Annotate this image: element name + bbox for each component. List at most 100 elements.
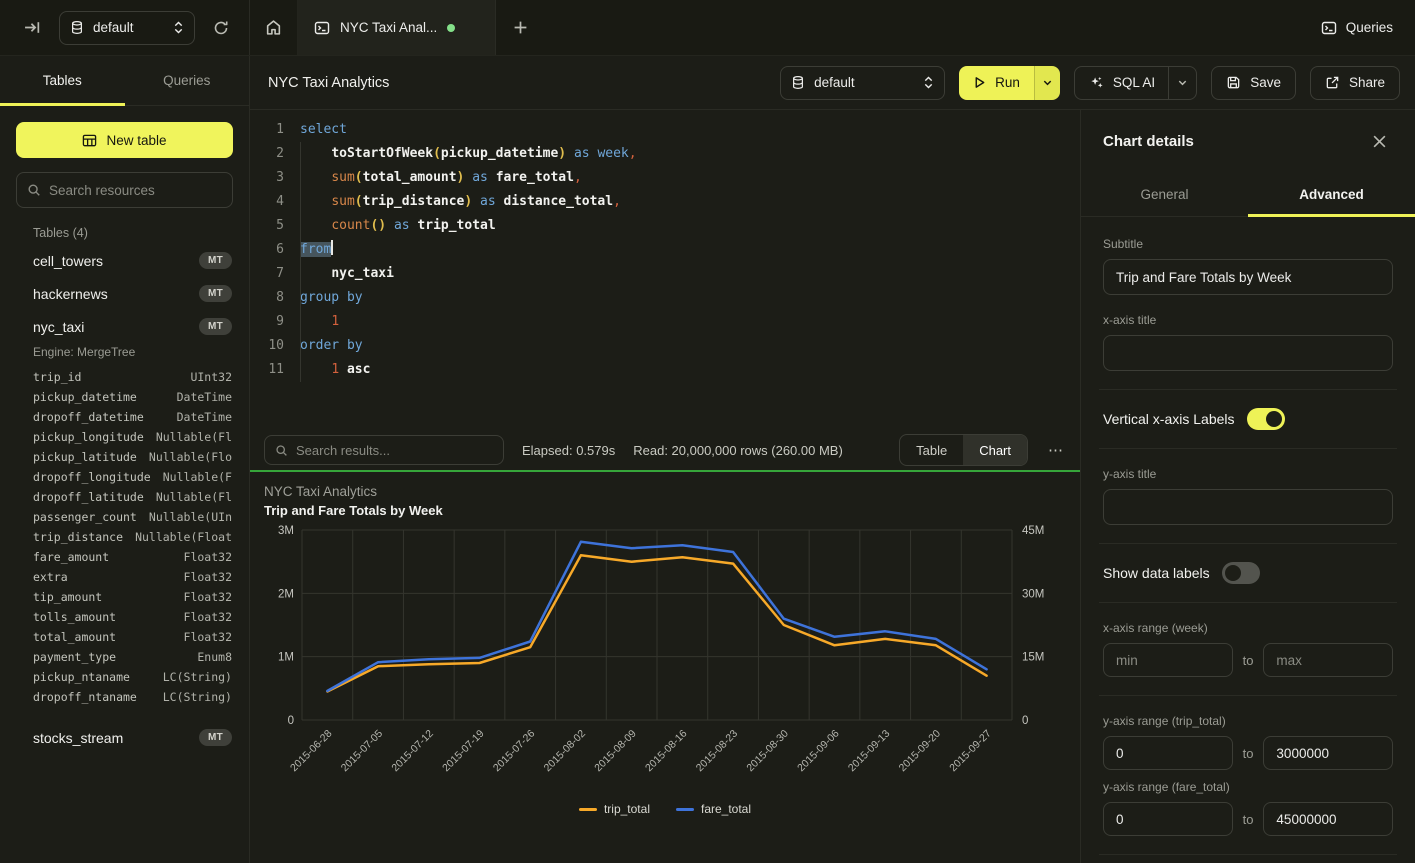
read-stat: Read: 20,000,000 rows (260.00 MB) — [633, 443, 843, 458]
svg-text:2015-09-06: 2015-09-06 — [795, 728, 842, 775]
xaxis-title-input[interactable] — [1103, 335, 1393, 371]
view-toggle-chart[interactable]: Chart — [963, 435, 1027, 465]
divider — [1099, 448, 1397, 449]
unsaved-changes-dot — [447, 24, 455, 32]
new-tab-button[interactable] — [496, 0, 544, 55]
column-name: dropoff_datetime — [33, 410, 144, 424]
database-selector[interactable]: default — [59, 11, 195, 45]
results-search[interactable] — [264, 435, 504, 465]
xaxis-range-max-input[interactable] — [1263, 643, 1393, 677]
editor-line: 6from — [262, 238, 1080, 262]
resource-search[interactable] — [16, 172, 233, 208]
sidebar-tab-tables[interactable]: Tables — [0, 56, 125, 105]
yaxis-range-trip-min-input[interactable] — [1103, 736, 1233, 770]
database-icon — [70, 20, 84, 35]
more-options-button[interactable]: ⋯ — [1046, 437, 1066, 463]
code-text: 1 — [300, 310, 339, 334]
column-row: dropoff_latitudeNullable(Fl — [33, 487, 232, 507]
close-panel-button[interactable] — [1366, 128, 1393, 155]
query-title: NYC Taxi Analytics — [268, 75, 766, 91]
sql-editor[interactable]: 1select2 toStartOfWeek(pickup_datetime) … — [250, 110, 1080, 430]
code-text: sum(trip_distance) as distance_total, — [300, 190, 621, 214]
editor-line: 2 toStartOfWeek(pickup_datetime) as week… — [262, 142, 1080, 166]
column-name: total_amount — [33, 630, 116, 644]
legend-swatch — [676, 808, 694, 811]
yaxis-range-fare-label: y-axis range (fare_total) — [1103, 780, 1393, 794]
save-icon — [1226, 75, 1241, 90]
share-icon — [1325, 75, 1340, 90]
search-icon — [275, 444, 288, 457]
engine-badge: MT — [199, 252, 232, 269]
column-name: trip_id — [33, 370, 81, 384]
line-chart: 001M15M2M30M3M45M2015-06-282015-07-05201… — [264, 518, 1066, 800]
table-item-stocks_stream[interactable]: stocks_streamMT — [33, 721, 232, 754]
column-type: Nullable(Float — [135, 530, 232, 544]
show-data-labels-toggle[interactable] — [1222, 562, 1260, 584]
chevrons-up-down-icon — [173, 21, 184, 34]
svg-text:2015-08-23: 2015-08-23 — [694, 728, 741, 775]
yaxis-range-fare-max-input[interactable] — [1263, 802, 1393, 836]
home-button[interactable] — [250, 0, 298, 55]
tab-advanced[interactable]: Advanced — [1248, 172, 1415, 216]
engine-badge: MT — [199, 285, 232, 302]
subtitle-input[interactable] — [1103, 259, 1393, 295]
sql-ai-button[interactable]: SQL AI — [1074, 66, 1197, 100]
queries-button[interactable]: Queries — [1321, 20, 1393, 36]
run-database-selector[interactable]: default — [780, 66, 945, 100]
legend-item-fare_total[interactable]: fare_total — [676, 802, 751, 816]
query-tab[interactable]: NYC Taxi Anal... — [298, 0, 496, 55]
run-database-selector-value: default — [814, 75, 914, 90]
table-item-nyc_taxi[interactable]: nyc_taxiMT — [33, 310, 232, 343]
main-column: 1select2 toStartOfWeek(pickup_datetime) … — [250, 110, 1080, 863]
view-toggle-table[interactable]: Table — [900, 435, 963, 465]
column-name: tip_amount — [33, 590, 102, 604]
svg-text:45M: 45M — [1022, 525, 1044, 537]
column-name: pickup_ntaname — [33, 670, 130, 684]
run-button-label: Run — [995, 75, 1020, 90]
vertical-xaxis-labels-toggle[interactable] — [1247, 408, 1285, 430]
editor-line: 7 nyc_taxi — [262, 262, 1080, 286]
tab-general[interactable]: General — [1081, 172, 1248, 216]
svg-text:30M: 30M — [1022, 588, 1044, 600]
line-number: 1 — [262, 118, 284, 142]
svg-text:0: 0 — [1022, 715, 1028, 727]
vertical-xaxis-labels-row: Vertical x-axis Labels — [1103, 408, 1393, 430]
chart-details-body: Subtitle x-axis title Vertical x-axis La… — [1081, 217, 1415, 863]
chart-details-title: Chart details — [1103, 133, 1194, 150]
column-name: dropoff_ntaname — [33, 690, 137, 704]
column-row: dropoff_ntanameLC(String) — [33, 687, 232, 707]
svg-text:2015-06-28: 2015-06-28 — [288, 728, 335, 775]
yaxis-range-fare-min-input[interactable] — [1103, 802, 1233, 836]
legend-item-trip_total[interactable]: trip_total — [579, 802, 650, 816]
resource-search-input[interactable] — [49, 183, 222, 198]
table-item-cell_towers[interactable]: cell_towersMT — [33, 244, 232, 277]
collapse-sidebar-button[interactable] — [18, 13, 47, 42]
xaxis-range-row: to — [1103, 643, 1393, 677]
column-type: Float32 — [184, 630, 232, 644]
column-type: Enum8 — [197, 650, 232, 664]
new-table-button[interactable]: New table — [16, 122, 233, 158]
divider — [1099, 389, 1397, 390]
table-name: nyc_taxi — [33, 319, 84, 335]
column-name: trip_distance — [33, 530, 123, 544]
run-options-button[interactable] — [1034, 66, 1060, 100]
refresh-button[interactable] — [207, 14, 235, 42]
xaxis-range-min-input[interactable] — [1103, 643, 1233, 677]
yaxis-range-trip-max-input[interactable] — [1263, 736, 1393, 770]
plus-icon — [513, 20, 528, 35]
sql-ai-options-button[interactable] — [1168, 67, 1196, 99]
sql-ai-label: SQL AI — [1113, 75, 1155, 90]
save-button[interactable]: Save — [1211, 66, 1296, 100]
column-row: payment_typeEnum8 — [33, 647, 232, 667]
sidebar-tabs: Tables Queries — [0, 56, 249, 106]
divider — [1099, 602, 1397, 603]
run-button[interactable]: Run — [959, 66, 1034, 100]
table-item-hackernews[interactable]: hackernewsMT — [33, 277, 232, 310]
sidebar-tab-queries[interactable]: Queries — [125, 56, 250, 105]
svg-text:2M: 2M — [278, 588, 294, 600]
share-button[interactable]: Share — [1310, 66, 1400, 100]
results-search-input[interactable] — [296, 443, 493, 458]
code-text: nyc_taxi — [300, 262, 394, 286]
yaxis-title-input[interactable] — [1103, 489, 1393, 525]
database-selector-value: default — [93, 20, 164, 35]
